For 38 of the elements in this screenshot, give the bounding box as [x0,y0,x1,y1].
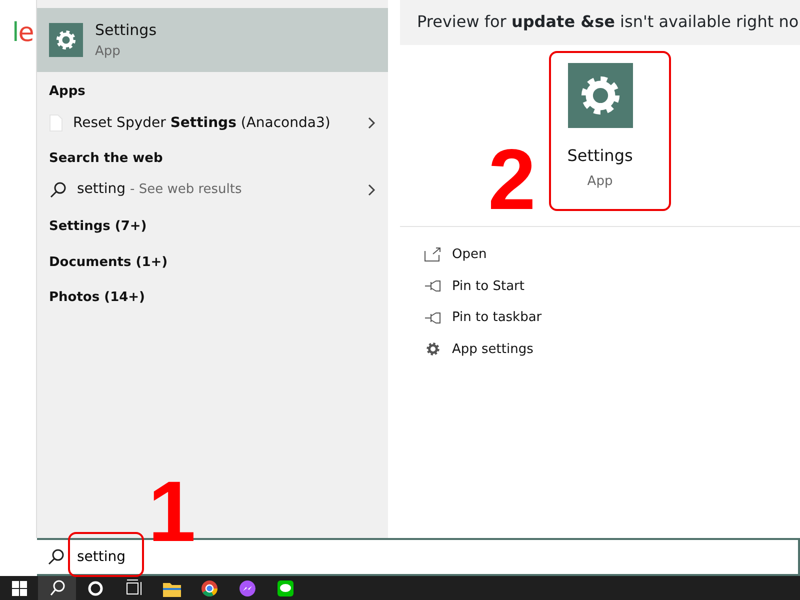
result-item[interactable]: setting - See web results [37,174,388,205]
result-subtitle: App [95,42,122,60]
pin-icon [424,279,442,294]
document-icon [49,114,63,132]
logo-text: le [12,17,34,50]
action-item[interactable]: Pin to Start [400,270,800,302]
action-label: Pin to Start [452,278,524,296]
chevron-icon[interactable] [368,184,376,196]
action-label: Pin to taskbar [452,309,542,327]
category-link[interactable]: Photos (14+) [37,280,388,316]
best-match-item[interactable]: Settings App [37,8,388,72]
search-icon [49,180,67,198]
result-label: Reset Spyder Settings (Anaconda3) [73,114,332,132]
action-label: App settings [452,340,534,358]
preview-title: Settings [567,145,633,167]
result-label: setting - See web results [77,180,243,199]
settings-app-icon [49,23,83,57]
category-link[interactable]: Settings (7+) [37,209,388,244]
action-item[interactable]: Open [400,239,800,270]
section-heading: Apps [48,83,86,101]
chevron-icon[interactable] [368,117,376,129]
category-link[interactable]: Documents (1+) [37,244,388,280]
annotation-number: 2 [488,146,536,215]
action-item[interactable]: Pin to taskbar [400,302,800,334]
search-input[interactable]: setting [75,546,275,568]
action-item[interactable]: App settings [400,334,800,365]
action-label: Open [452,246,487,264]
settings-app-icon [568,63,632,128]
pin-icon [424,310,442,325]
gear-icon [424,340,442,358]
search-icon [47,548,65,566]
annotation-number: 1 [148,478,196,547]
result-item[interactable]: Reset Spyder Settings (Anaconda3) [37,108,388,138]
section-heading: Search the web [48,150,164,168]
preview-message: Preview for update &se isn't available right no [400,0,800,45]
result-title: Settings [95,20,157,41]
preview-subtitle: App [587,173,613,191]
open-icon [424,246,442,263]
